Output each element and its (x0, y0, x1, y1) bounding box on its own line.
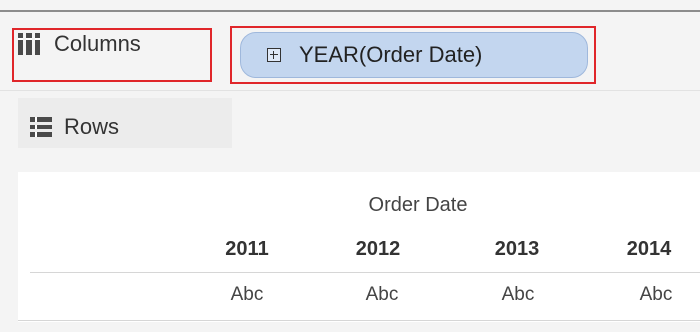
bottom-divider (18, 320, 700, 321)
header-divider (30, 272, 700, 273)
year-header-2013[interactable]: 2013 (495, 238, 540, 261)
order-date-header[interactable]: Order Date (318, 194, 518, 217)
cell-2014[interactable]: Abc (640, 284, 673, 306)
columns-shelf: Columns YEAR(Order Date) (0, 12, 700, 91)
expand-plus-icon[interactable] (267, 48, 281, 62)
year-header-2011[interactable]: 2011 (225, 238, 268, 261)
year-header-2014[interactable]: 2014 (627, 238, 672, 261)
rows-label-text: Rows (64, 114, 120, 139)
pill-highlight: YEAR(Order Date) (230, 26, 596, 84)
top-border (0, 0, 700, 12)
columns-shelf-label: Columns (18, 31, 141, 57)
columns-label-text: Columns (54, 31, 141, 56)
view-area: Order Date 2011 2012 2013 2014 Abc Abc A… (18, 172, 700, 322)
cell-2012[interactable]: Abc (366, 284, 399, 306)
year-order-date-pill[interactable]: YEAR(Order Date) (240, 32, 588, 78)
cell-2011[interactable]: Abc (231, 284, 264, 306)
pill-label: YEAR(Order Date) (299, 42, 483, 67)
columns-icon (18, 33, 41, 55)
rows-shelf[interactable]: Rows (0, 92, 700, 156)
cell-2013[interactable]: Abc (502, 284, 535, 306)
year-header-2012[interactable]: 2012 (356, 238, 401, 261)
rows-shelf-label: Rows (30, 114, 119, 140)
rows-icon (30, 117, 52, 138)
